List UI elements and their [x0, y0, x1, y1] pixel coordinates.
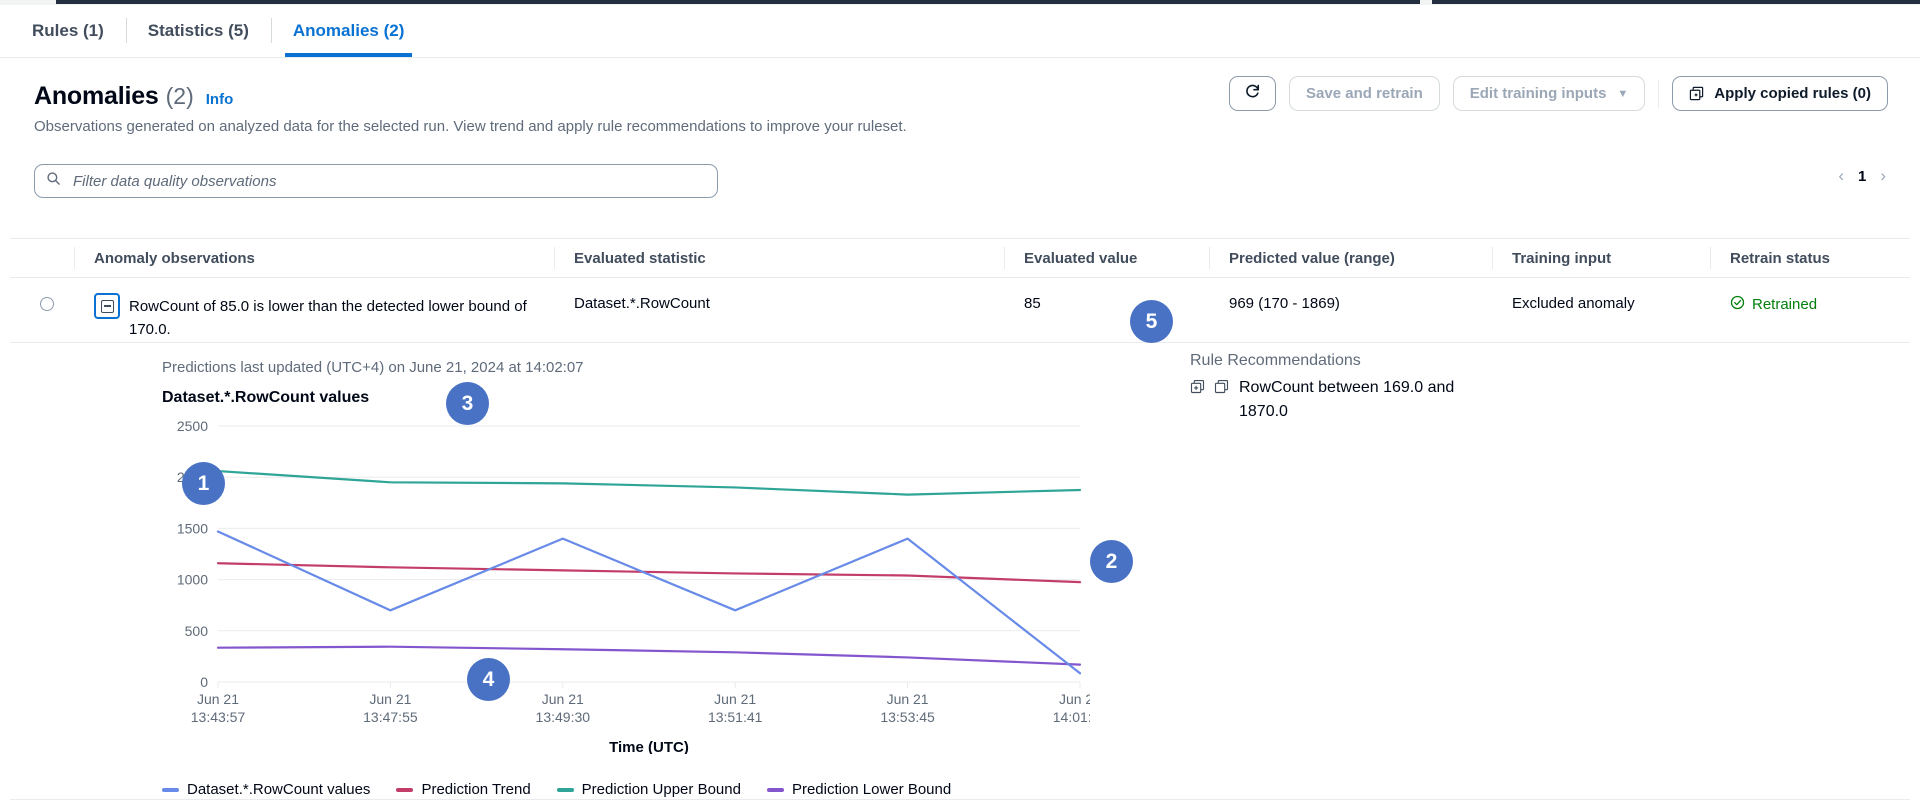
- x-axis-tick-date: Jun 21: [887, 691, 929, 707]
- chart-svg: 05001000150020002500Jun 2113:43:57Jun 21…: [150, 414, 1090, 754]
- page-subtitle: Observations generated on analyzed data …: [34, 118, 907, 135]
- copy-rule-icon[interactable]: [1214, 378, 1229, 402]
- legend-swatch: [162, 788, 179, 792]
- x-axis-tick-date: Jun 21: [369, 691, 411, 707]
- x-axis-title: Time (UTC): [609, 739, 689, 754]
- anomaly-detail-panel: Predictions last updated (UTC+4) on June…: [10, 294, 1910, 800]
- header-actions: Save and retrain Edit training inputs ▼ …: [1229, 76, 1888, 111]
- pagination-next-button[interactable]: ›: [1880, 166, 1886, 186]
- edit-training-inputs-button[interactable]: Edit training inputs ▼: [1453, 76, 1646, 111]
- chart-title: Dataset.*.RowCount values: [162, 389, 369, 407]
- pagination-prev-button[interactable]: ‹: [1838, 166, 1844, 186]
- predictions-updated-text: Predictions last updated (UTC+4) on June…: [162, 359, 584, 376]
- page-title-count: (2): [166, 83, 194, 110]
- table-header-predicted-value: Predicted value (range): [1209, 238, 1492, 278]
- search-icon: [46, 171, 61, 191]
- tab-anomalies-2[interactable]: Anomalies (2): [271, 4, 426, 57]
- refresh-button[interactable]: [1229, 76, 1276, 111]
- page-title: Anomalies: [34, 82, 159, 111]
- title-row: Anomalies (2) Info: [34, 82, 233, 111]
- y-axis-tick-label: 0: [200, 674, 208, 690]
- filter-row: ‹ 1 ›: [34, 164, 1886, 198]
- chart-series-line: [218, 471, 1080, 495]
- callout-badge-1: 1: [182, 462, 225, 505]
- chart-series-line: [218, 647, 1080, 665]
- tab-statistics-5[interactable]: Statistics (5): [126, 4, 271, 57]
- save-and-retrain-button[interactable]: Save and retrain: [1289, 76, 1440, 111]
- tab-bar: Rules (1)Statistics (5)Anomalies (2): [0, 5, 1920, 58]
- callout-badge-5: 5: [1130, 300, 1173, 343]
- chevron-down-icon: ▼: [1617, 88, 1628, 100]
- copy-rules-icon: [1689, 86, 1704, 101]
- edit-training-inputs-label: Edit training inputs: [1470, 85, 1607, 102]
- legend-item[interactable]: Dataset.*.RowCount values: [162, 781, 370, 798]
- top-navbar-right: [1432, 0, 1920, 4]
- legend-item[interactable]: Prediction Lower Bound: [767, 781, 951, 798]
- rule-action-icons: [1190, 376, 1229, 402]
- y-axis-tick-label: 1500: [177, 520, 208, 536]
- callout-badge-4: 4: [467, 658, 510, 701]
- search-input[interactable]: [71, 172, 706, 191]
- rule-recommendation-text: RowCount between 169.0 and 1870.0: [1239, 376, 1499, 424]
- rule-recommendation-item: RowCount between 169.0 and 1870.0: [1190, 376, 1610, 424]
- rule-recommendations-heading: Rule Recommendations: [1190, 352, 1610, 370]
- y-axis-tick-label: 1000: [177, 572, 208, 588]
- rule-recommendations-panel: Rule Recommendations: [1190, 352, 1610, 424]
- pagination: ‹ 1 ›: [1838, 166, 1886, 186]
- search-box[interactable]: [34, 164, 718, 198]
- legend-label: Prediction Trend: [421, 781, 530, 798]
- anomalies-card: Anomalies (2) Info Observations generate…: [10, 58, 1910, 800]
- table-header-evaluated-statistic: Evaluated statistic: [554, 238, 1004, 278]
- callout-badge-3: 3: [446, 382, 489, 425]
- rowcount-trend-chart: 05001000150020002500Jun 2113:43:57Jun 21…: [150, 414, 1090, 754]
- legend-label: Prediction Upper Bound: [582, 781, 741, 798]
- apply-copied-rules-button[interactable]: Apply copied rules (0): [1672, 76, 1888, 111]
- add-rule-icon[interactable]: [1190, 378, 1205, 402]
- x-axis-tick-time: 13:47:55: [363, 709, 418, 725]
- y-axis-tick-label: 2500: [177, 418, 208, 434]
- x-axis-tick-date: Jun 21: [197, 691, 239, 707]
- y-axis-tick-label: 500: [185, 623, 209, 639]
- tab-rules-1[interactable]: Rules (1): [10, 4, 126, 57]
- info-link[interactable]: Info: [206, 91, 234, 108]
- apply-copied-rules-label: Apply copied rules (0): [1714, 85, 1871, 102]
- table-header-row: Anomaly observations Evaluated statistic…: [10, 238, 1910, 278]
- legend-item[interactable]: Prediction Upper Bound: [557, 781, 741, 798]
- legend-swatch: [396, 788, 413, 792]
- refresh-icon: [1244, 83, 1261, 104]
- table-header-anomaly-observations: Anomaly observations: [74, 238, 554, 278]
- table-header-select: [10, 238, 74, 278]
- legend-label: Dataset.*.RowCount values: [187, 781, 370, 798]
- action-divider: [1658, 80, 1659, 108]
- legend-label: Prediction Lower Bound: [792, 781, 951, 798]
- table-header-evaluated-value: Evaluated value: [1004, 238, 1209, 278]
- tabs: Rules (1)Statistics (5)Anomalies (2): [10, 4, 426, 57]
- card-header: Anomalies (2) Info Observations generate…: [10, 58, 1910, 153]
- legend-swatch: [767, 788, 784, 792]
- legend-swatch: [557, 788, 574, 792]
- table-header-retrain-status: Retrain status: [1710, 238, 1910, 278]
- x-axis-tick-time: 14:01:55: [1053, 709, 1090, 725]
- x-axis-tick-date: Jun 21: [1059, 691, 1090, 707]
- table-header-training-input: Training input: [1492, 238, 1710, 278]
- chart-legend: Dataset.*.RowCount values Prediction Tren…: [162, 781, 951, 798]
- chart-series-line: [218, 531, 1080, 673]
- x-axis-tick-time: 13:53:45: [880, 709, 935, 725]
- callout-badge-2: 2: [1090, 540, 1133, 583]
- x-axis-tick-time: 13:49:30: [536, 709, 591, 725]
- x-axis-tick-date: Jun 21: [714, 691, 756, 707]
- pagination-page-1[interactable]: 1: [1858, 168, 1866, 185]
- legend-item[interactable]: Prediction Trend: [396, 781, 530, 798]
- x-axis-tick-time: 13:43:57: [191, 709, 246, 725]
- x-axis-tick-time: 13:51:41: [708, 709, 763, 725]
- x-axis-tick-date: Jun 21: [542, 691, 584, 707]
